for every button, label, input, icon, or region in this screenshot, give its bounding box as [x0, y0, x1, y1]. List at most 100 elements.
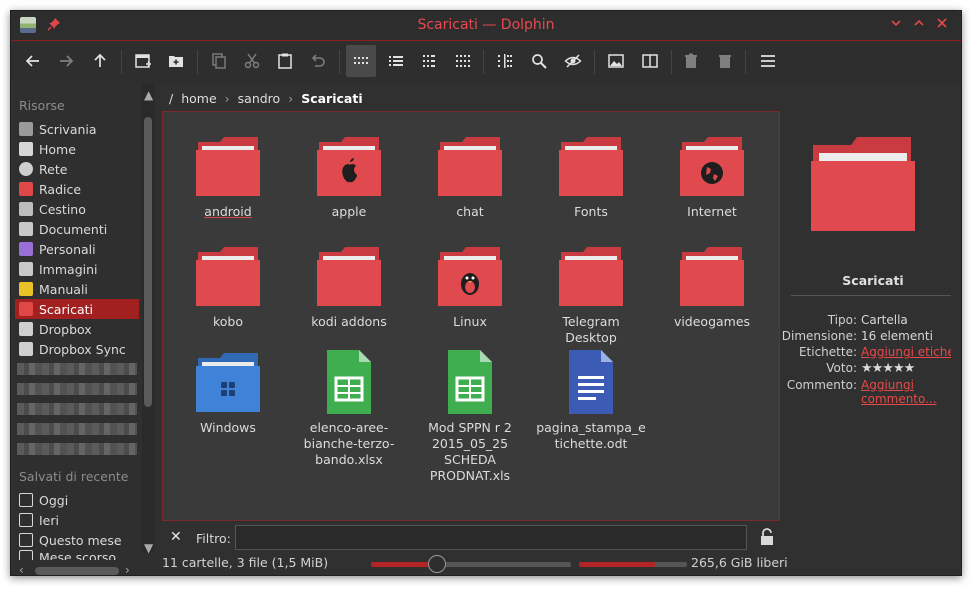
minimize-icon[interactable] — [887, 17, 905, 35]
add-comment-link-cont[interactable]: commento... — [861, 392, 937, 406]
zoom-slider[interactable] — [371, 555, 571, 573]
dolphin-window: Scaricati — Dolphin ▲ ▼ Risorse Scrivani… — [10, 10, 962, 576]
disk-space-bar — [579, 562, 687, 567]
file-item[interactable]: Windows — [173, 350, 283, 436]
place-personali[interactable]: Personali — [15, 239, 139, 259]
spreadsheet-icon — [415, 350, 525, 414]
dropbox-icon — [19, 322, 33, 336]
preview-icon[interactable] — [601, 45, 631, 77]
back-icon[interactable] — [18, 45, 48, 77]
zoom-slider-handle[interactable] — [428, 555, 446, 573]
file-item[interactable]: kodi addons — [294, 244, 404, 330]
file-item[interactable]: android — [173, 134, 283, 220]
hidden-files-icon[interactable] — [558, 45, 588, 77]
breadcrumb: / home › sandro › Scaricati — [169, 88, 371, 108]
menu-icon[interactable] — [753, 45, 783, 77]
close-icon[interactable] — [933, 17, 951, 35]
status-bar: 11 cartelle, 3 file (1,5 MiB) 265,6 GiB … — [11, 553, 961, 575]
blurred-item[interactable] — [17, 403, 137, 415]
file-item[interactable]: chat — [415, 134, 525, 220]
blurred-item[interactable] — [17, 443, 137, 455]
place-rete[interactable]: Rete — [15, 159, 139, 179]
file-label: apple — [331, 204, 367, 219]
filter-input[interactable] — [235, 525, 747, 550]
file-item[interactable]: pagina_stampa_etichette.odt — [536, 350, 646, 452]
forward-icon[interactable] — [51, 45, 81, 77]
recent-ieri[interactable]: Ieri — [15, 510, 139, 530]
file-label: pagina_stampa_etichette.odt — [536, 420, 646, 451]
crumb-home[interactable]: home — [181, 91, 216, 106]
place-manuali[interactable]: Manuali — [15, 279, 139, 299]
file-item[interactable]: Fonts — [536, 134, 646, 220]
new-folder-icon[interactable] — [161, 45, 191, 77]
recent-title: Salvati di recente — [19, 469, 129, 484]
folder-icon — [173, 134, 283, 198]
calendar-month-icon — [19, 533, 33, 547]
file-item[interactable]: Mod SPPN r 2 2015_05_25 SCHEDA PRODNAT.x… — [415, 350, 525, 484]
file-item[interactable]: Internet — [657, 134, 767, 220]
folder-icon — [415, 244, 525, 308]
trash-icon — [19, 202, 33, 216]
crumb-current[interactable]: Scaricati — [301, 91, 362, 106]
folder-icon — [657, 134, 767, 198]
place-dropbox[interactable]: Dropbox — [15, 319, 139, 339]
file-item[interactable]: apple — [294, 134, 404, 220]
file-item[interactable]: elenco-aree-bianche-terzo-bando.xlsx — [294, 350, 404, 468]
window-title: Scaricati — Dolphin — [417, 17, 555, 33]
status-summary: 11 cartelle, 3 file (1,5 MiB) — [162, 555, 329, 570]
up-icon[interactable] — [85, 45, 115, 77]
compact-view-icon[interactable] — [414, 45, 444, 77]
new-tab-icon[interactable] — [128, 45, 158, 77]
file-item[interactable]: Telegram Desktop — [536, 244, 646, 346]
maximize-icon[interactable] — [910, 17, 928, 35]
folder-icon — [173, 350, 283, 414]
recent-questo-mese[interactable]: Questo mese — [15, 530, 139, 550]
close-filter-icon[interactable]: ✕ — [170, 529, 182, 545]
file-label: Internet — [687, 204, 737, 219]
crumb-separator-icon: › — [288, 90, 294, 106]
icons-view-icon[interactable] — [346, 45, 376, 77]
scroll-up-icon[interactable]: ▲ — [144, 88, 153, 102]
place-scrivania[interactable]: Scrivania — [15, 119, 139, 139]
file-item[interactable]: videogames — [657, 244, 767, 330]
crumb-root[interactable]: / — [169, 91, 173, 106]
sidebar-scrollbar[interactable] — [144, 117, 152, 407]
columns-icon[interactable] — [490, 45, 520, 77]
add-tags-link[interactable]: Aggiungi etichette — [861, 345, 951, 359]
rating-stars[interactable]: ★★★★★ — [861, 361, 915, 376]
place-home[interactable]: Home — [15, 139, 139, 159]
place-immagini[interactable]: Immagini — [15, 259, 139, 279]
search-icon[interactable] — [524, 45, 554, 77]
grid-view-icon[interactable] — [448, 45, 478, 77]
filter-bar: ✕ Filtro: — [162, 525, 792, 551]
place-radice[interactable]: Radice — [15, 179, 139, 199]
crumb-sandro[interactable]: sandro — [238, 91, 281, 106]
undo-icon[interactable] — [303, 45, 333, 77]
split-icon[interactable] — [635, 45, 665, 77]
file-view[interactable]: android apple chat Fonts Internet kobo kodi ad… — [162, 111, 780, 521]
folder-icon — [415, 134, 525, 198]
file-item[interactable]: kobo — [173, 244, 283, 330]
add-comment-link[interactable]: Aggiungi — [861, 378, 914, 392]
place-documenti[interactable]: Documenti — [15, 219, 139, 239]
blurred-item[interactable] — [17, 383, 137, 395]
cut-icon[interactable] — [237, 45, 267, 77]
places-panel: ▲ ▼ Risorse Scrivania Home Rete Radice C… — [11, 83, 159, 575]
place-scaricati[interactable]: Scaricati — [15, 299, 139, 319]
copy-icon[interactable] — [204, 45, 234, 77]
recent-oggi[interactable]: Oggi — [15, 490, 139, 510]
dropbox-icon — [19, 342, 33, 356]
details-view-icon[interactable] — [381, 45, 411, 77]
paste-icon[interactable] — [270, 45, 300, 77]
delete-icon[interactable] — [710, 45, 740, 77]
place-cestino[interactable]: Cestino — [15, 199, 139, 219]
trash-icon[interactable] — [676, 45, 706, 77]
file-item[interactable]: Linux — [415, 244, 525, 330]
blurred-item[interactable] — [17, 423, 137, 435]
blurred-item[interactable] — [17, 363, 137, 375]
place-dropbox-sync[interactable]: Dropbox Sync — [15, 339, 139, 359]
crumb-separator-icon: › — [224, 90, 230, 106]
lock-icon[interactable] — [758, 527, 776, 547]
folder-icon — [657, 244, 767, 308]
folder-icon — [536, 244, 646, 308]
